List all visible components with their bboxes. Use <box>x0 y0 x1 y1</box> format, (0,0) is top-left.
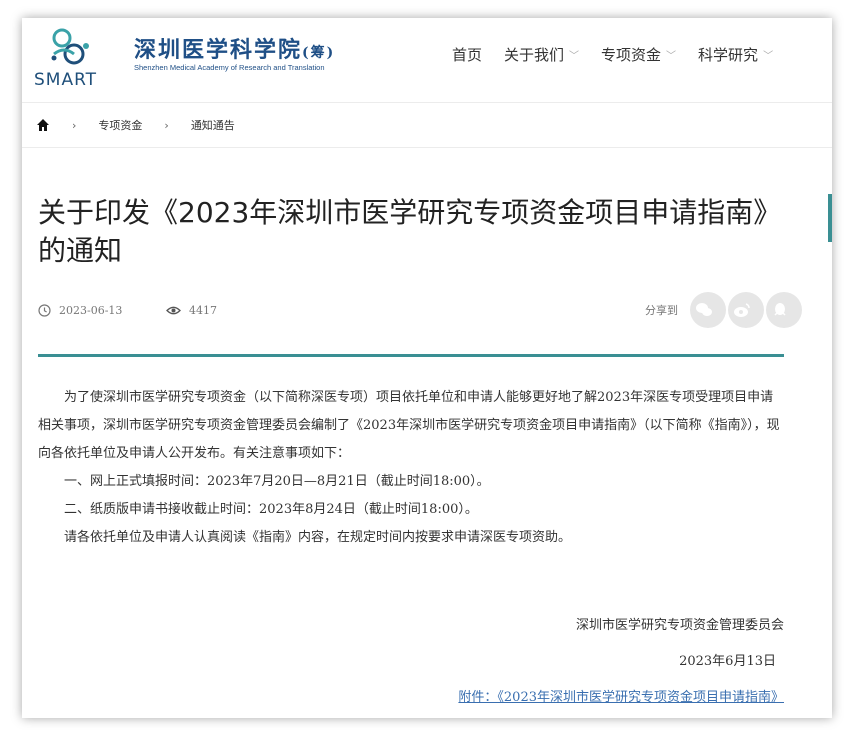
chevron-down-icon: ﹀ <box>763 51 774 62</box>
home-icon[interactable] <box>36 118 50 132</box>
breadcrumb-separator: › <box>164 118 169 132</box>
chevron-down-icon: ﹀ <box>666 51 677 62</box>
clock-icon <box>38 304 51 317</box>
nav-item-label: 科学研究 <box>698 46 759 64</box>
breadcrumb-item-notices[interactable]: 通知通告 <box>191 117 235 133</box>
main-nav: 首页 关于我们 ﹀ 专项资金 ﹀ 科学研究 ﹀ <box>452 44 795 65</box>
article-paragraph: 请各依托单位及申请人认真阅读《指南》内容，在规定时间内按要求申请深医专项资助。 <box>64 530 572 545</box>
logo-text: SMART <box>34 70 98 90</box>
page-frame: SMART 深圳医学科学院(筹) Shenzhen Medical Academ… <box>22 18 832 718</box>
nav-item-label: 首页 <box>452 46 483 64</box>
brand-name-cn-text: 深圳医学科学院 <box>134 37 303 63</box>
nav-item-home[interactable]: 首页 <box>452 44 482 65</box>
article-title: 关于印发《2023年深圳市医学研究专项资金项目申请指南》的通知 <box>38 196 782 267</box>
share-weibo-button[interactable] <box>728 292 764 328</box>
chevron-down-icon: ﹀ <box>569 51 580 62</box>
brand-name-suffix: (筹) <box>302 45 336 61</box>
site-header: SMART 深圳医学科学院(筹) Shenzhen Medical Academ… <box>22 18 832 103</box>
nav-item-research[interactable]: 科学研究 ﹀ <box>698 44 773 65</box>
qq-icon <box>774 303 786 316</box>
share-qq-button[interactable] <box>766 292 802 328</box>
article-views-count: 4417 <box>189 304 217 317</box>
breadcrumb-item-funding[interactable]: 专项资金 <box>98 117 142 133</box>
share-label: 分享到 <box>645 304 678 317</box>
side-tab-marker[interactable] <box>828 194 832 242</box>
share-bar: 分享到 <box>645 292 802 328</box>
article-meta: 2023-06-13 4417 分享到 <box>38 292 802 328</box>
article-paragraph: 一、网上正式填报时间：2023年7月20日—8月21日（截止时间18:00）。 <box>64 474 490 489</box>
eye-icon <box>166 306 181 315</box>
brand-name-cn[interactable]: 深圳医学科学院(筹) <box>134 32 335 64</box>
article-date: 2023-06-13 <box>38 304 122 317</box>
article-paragraph: 为了使深圳市医学研究专项资金（以下简称深医专项）项目依托单位和申请人能够更好地了… <box>38 390 780 461</box>
article-views: 4417 <box>166 304 217 317</box>
nav-item-label: 专项资金 <box>601 46 662 64</box>
article-signature: 深圳市医学研究专项资金管理委员会 <box>575 618 784 633</box>
breadcrumb-separator: › <box>72 118 77 132</box>
article-body: 为了使深圳市医学研究专项资金（以下简称深医专项）项目依托单位和申请人能够更好地了… <box>38 384 784 552</box>
nav-item-funding[interactable]: 专项资金 ﹀ <box>601 44 676 65</box>
attachment-link[interactable]: 附件：《2023年深圳市医学研究专项资金项目申请指南》 <box>458 686 784 705</box>
title-divider <box>38 354 784 357</box>
article-date-text: 2023-06-13 <box>59 304 123 317</box>
article-signature-date: 2023年6月13日 <box>679 654 776 669</box>
breadcrumb: › 专项资金 › 通知通告 <box>22 103 832 148</box>
nav-item-about[interactable]: 关于我们 ﹀ <box>504 44 579 65</box>
share-wechat-button[interactable] <box>690 292 726 328</box>
article-paragraph: 二、纸质版申请书接收截止时间：2023年8月24日（截止时间18:00）。 <box>64 502 478 517</box>
nav-item-label: 关于我们 <box>504 46 565 64</box>
wechat-icon <box>696 303 712 316</box>
brand-name-en: Shenzhen Medical Academy of Research and… <box>134 63 325 72</box>
weibo-icon <box>734 303 750 317</box>
